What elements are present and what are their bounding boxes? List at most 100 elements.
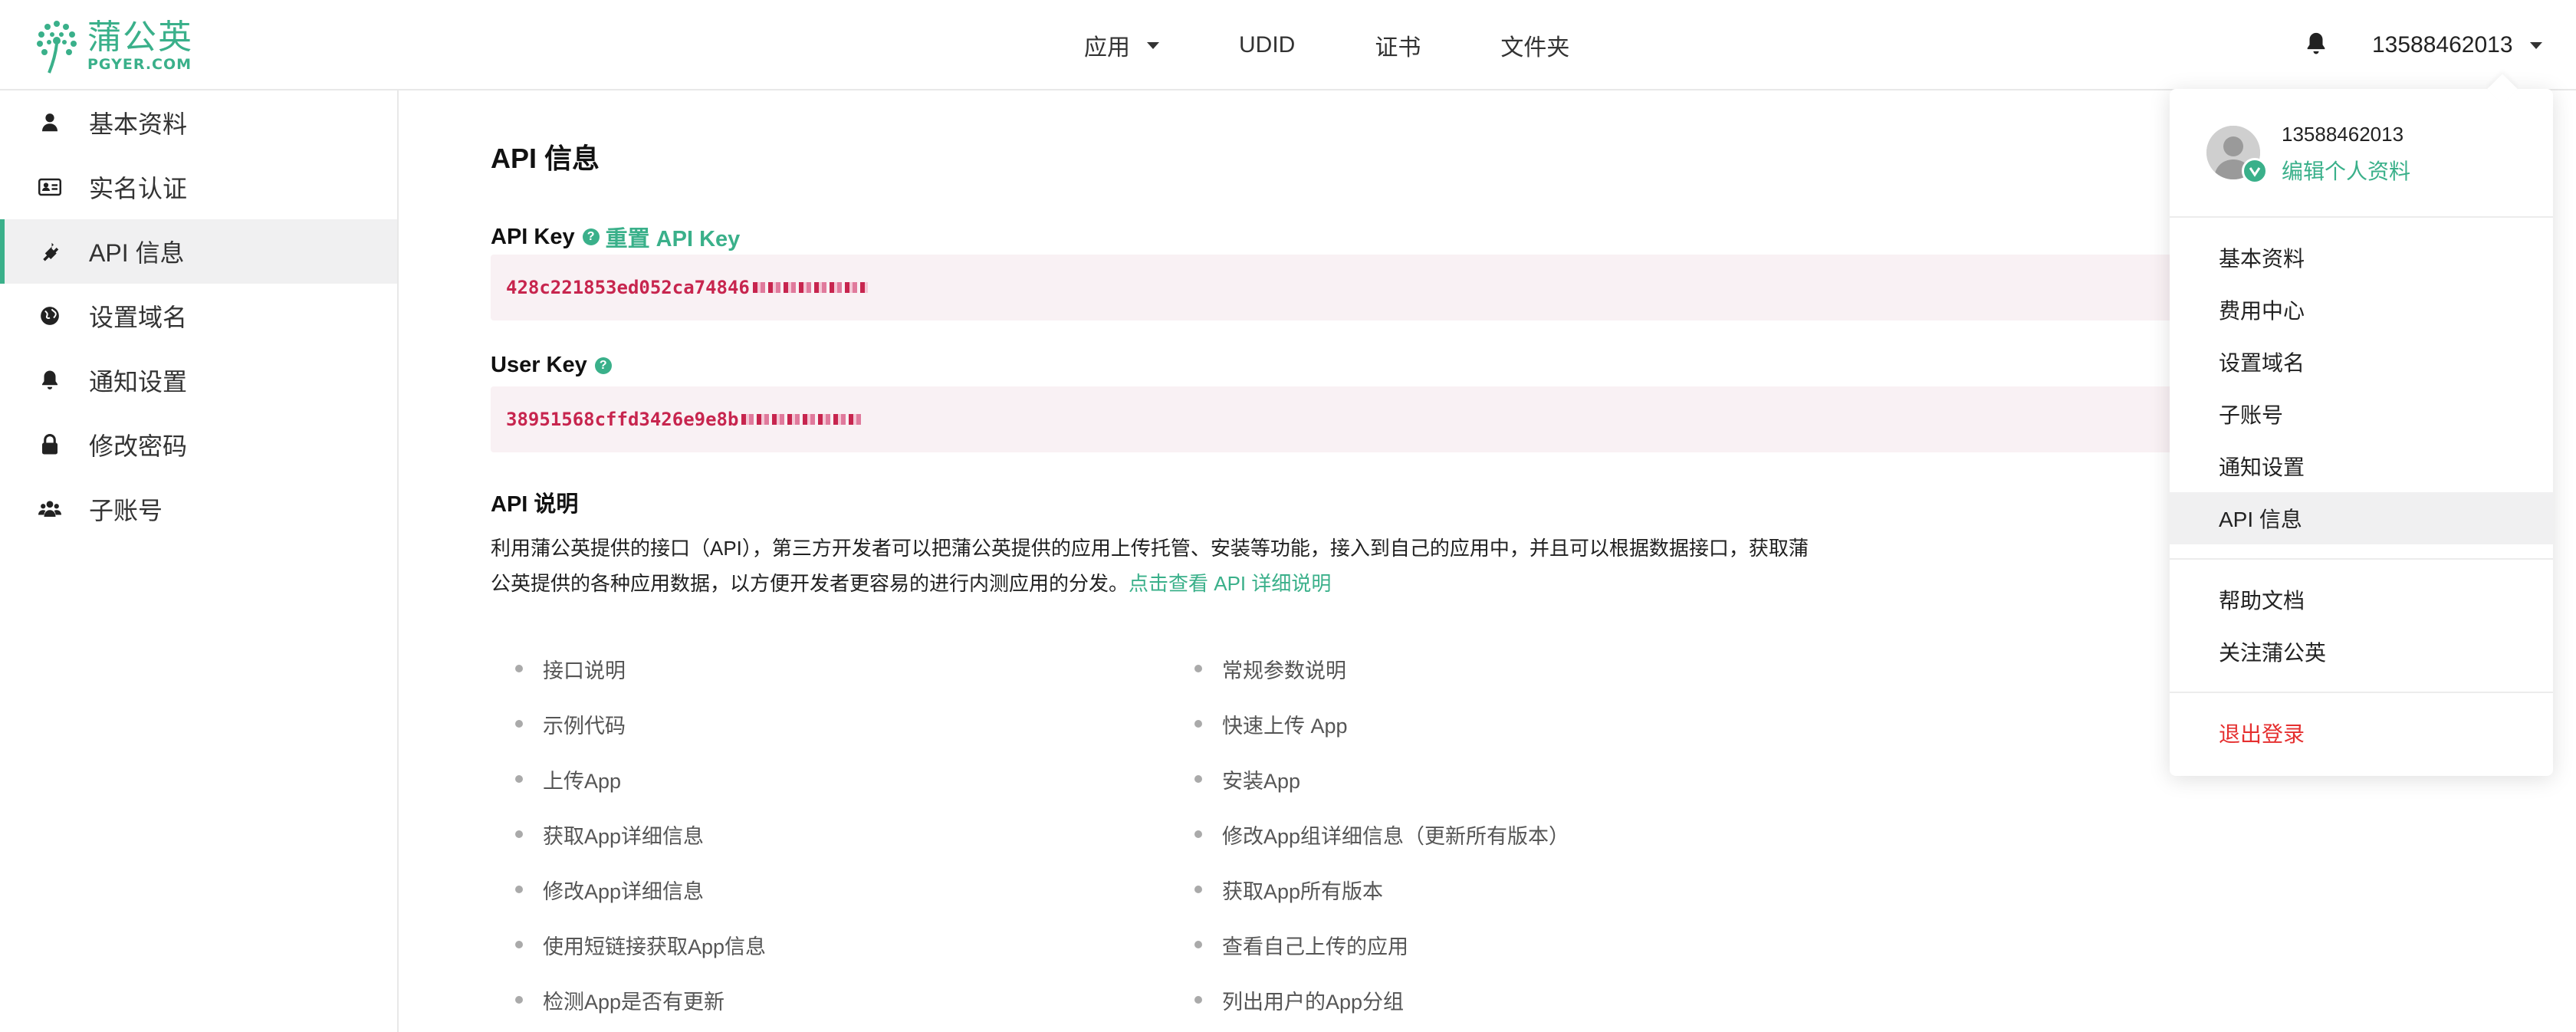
- api-docs-link[interactable]: 点击查看 API 详细说明: [1129, 572, 1331, 595]
- doc-link-label: 检测App是否有更新: [543, 990, 725, 1014]
- edit-profile-link[interactable]: 编辑个人资料: [2282, 155, 2410, 186]
- help-icon[interactable]: ?: [582, 228, 600, 245]
- doc-link-label: 修改App组详细信息（更新所有版本）: [1222, 824, 1570, 848]
- dropdown-help-group: 帮助文档 关注蒲公英: [2170, 560, 2553, 693]
- api-description-title: API 说明: [491, 492, 579, 517]
- list-item[interactable]: 修改App详细信息: [515, 862, 766, 917]
- sidebar-item-real-name[interactable]: 实名认证: [0, 155, 397, 219]
- list-item[interactable]: 列出用户的App分组: [1194, 972, 1569, 1027]
- list-item[interactable]: 查看自己上传的应用: [1194, 917, 1569, 972]
- user-menu-toggle[interactable]: 13588462013: [2372, 23, 2542, 67]
- sidebar-item-basic-info[interactable]: 基本资料: [0, 90, 397, 155]
- user-key-label: User Key: [491, 353, 587, 377]
- user-key-box[interactable]: 38951568cffd3426e9e8b: [491, 386, 2239, 452]
- api-key-label: API Key: [491, 224, 575, 249]
- list-item[interactable]: 安装App: [1194, 751, 1569, 807]
- list-item[interactable]: 检测App是否有更新: [515, 972, 766, 1027]
- api-key-box[interactable]: 428c221853ed052ca74846: [491, 255, 2239, 320]
- nav-apps-label: 应用: [1084, 35, 1130, 61]
- list-item[interactable]: 上传App: [515, 751, 766, 807]
- api-key-label-row: API Key ? 重置 API Key: [491, 221, 740, 253]
- dropdown-item-basic-info[interactable]: 基本资料: [2170, 232, 2553, 284]
- api-description: 利用蒲公英提供的接口（API），第三方开发者可以把蒲公英提供的应用上传托管、安装…: [491, 531, 1809, 601]
- doc-link-label: 上传App: [543, 769, 622, 793]
- bullet-icon: [1194, 775, 1202, 783]
- bullet-icon: [1194, 886, 1202, 893]
- bullet-icon: [1194, 830, 1202, 838]
- doc-link-label: 使用短链接获取App信息: [543, 935, 767, 958]
- sidebar-item-domain[interactable]: 设置域名: [0, 284, 397, 348]
- plug-icon: [38, 240, 61, 263]
- redacted-mask: [741, 414, 865, 425]
- bullet-icon: [515, 720, 523, 728]
- user-dropdown-menu: 13588462013 编辑个人资料 基本资料 费用中心 设置域名 子账号 通知…: [2170, 89, 2553, 776]
- doc-link-label: 查看自己上传的应用: [1222, 935, 1408, 958]
- nav-certificates[interactable]: 证书: [1375, 28, 1421, 62]
- dropdown-account-group: 基本资料 费用中心 设置域名 子账号 通知设置 API 信息: [2170, 218, 2553, 560]
- settings-sidebar: 基本资料 实名认证 API 信息 设置域名 通知设置 修改密码 子账号: [0, 90, 399, 1032]
- help-icon[interactable]: ?: [594, 357, 612, 374]
- sidebar-item-password[interactable]: 修改密码: [0, 412, 397, 477]
- list-item[interactable]: 获取App所有版本: [1194, 862, 1569, 917]
- dropdown-item-help-docs[interactable]: 帮助文档: [2170, 574, 2553, 626]
- nav-udid[interactable]: UDID: [1239, 32, 1295, 58]
- doc-link-label: 示例代码: [543, 714, 626, 738]
- bullet-icon: [515, 941, 523, 948]
- dropdown-item-follow[interactable]: 关注蒲公英: [2170, 626, 2553, 678]
- list-item[interactable]: 使用短链接获取App信息: [515, 917, 766, 972]
- api-docs-list-left: 接口说明 示例代码 上传App 获取App详细信息 修改App详细信息 使用短链…: [515, 641, 766, 1027]
- page-title: API 信息: [491, 143, 600, 174]
- nav-certificates-label: 证书: [1375, 35, 1421, 61]
- api-docs-list-right: 常规参数说明 快速上传 App 安装App 修改App组详细信息（更新所有版本）…: [1194, 641, 1569, 1027]
- bullet-icon: [1194, 941, 1202, 948]
- brand-logo[interactable]: 蒲公英 PGYER.COM: [34, 15, 193, 77]
- bell-icon[interactable]: [2303, 31, 2329, 57]
- top-navbar: 蒲公英 PGYER.COM 应用 UDID 证书 文件夹 13588462013: [0, 0, 2576, 90]
- user-key-label-row: User Key ?: [491, 353, 612, 378]
- nav-udid-label: UDID: [1239, 32, 1296, 58]
- nav-folders[interactable]: 文件夹: [1500, 28, 1569, 62]
- sidebar-item-notifications[interactable]: 通知设置: [0, 348, 397, 412]
- bullet-icon: [515, 665, 523, 672]
- dropdown-item-billing[interactable]: 费用中心: [2170, 284, 2553, 336]
- verified-badge-icon: [2242, 158, 2268, 184]
- user-key-value: 38951568cffd3426e9e8b: [506, 409, 739, 430]
- list-item[interactable]: 示例代码: [515, 696, 766, 751]
- bullet-icon: [1194, 720, 1202, 728]
- dropdown-item-api-info[interactable]: API 信息: [2170, 492, 2553, 544]
- dropdown-item-sub-accounts[interactable]: 子账号: [2170, 388, 2553, 440]
- dropdown-item-notifications[interactable]: 通知设置: [2170, 440, 2553, 492]
- sidebar-item-label: API 信息: [89, 239, 185, 267]
- doc-link-label: 获取App所有版本: [1222, 879, 1384, 903]
- users-icon: [38, 498, 61, 521]
- bullet-icon: [515, 886, 523, 893]
- redacted-mask: [752, 282, 868, 293]
- doc-link-label: 安装App: [1222, 769, 1301, 793]
- list-item[interactable]: 快速上传 App: [1194, 696, 1569, 751]
- logout-button[interactable]: 退出登录: [2170, 707, 2553, 759]
- nav-apps[interactable]: 应用: [1084, 28, 1159, 62]
- list-item[interactable]: 修改App组详细信息（更新所有版本）: [1194, 807, 1569, 862]
- reset-api-key-link[interactable]: 重置 API Key: [606, 221, 741, 253]
- list-item[interactable]: 获取App详细信息: [515, 807, 766, 862]
- bullet-icon: [1194, 665, 1202, 672]
- main-nav: 应用 UDID 证书 文件夹: [1084, 23, 1649, 67]
- bullet-icon: [515, 775, 523, 783]
- doc-link-label: 获取App详细信息: [543, 824, 705, 848]
- sidebar-item-label: 实名认证: [89, 175, 188, 202]
- lock-icon: [38, 433, 61, 456]
- brand-name-cn: 蒲公英: [87, 18, 193, 57]
- brand-name-en: PGYER.COM: [87, 56, 192, 73]
- nav-folders-label: 文件夹: [1500, 35, 1570, 61]
- sidebar-item-label: 通知设置: [89, 368, 188, 396]
- list-item[interactable]: 常规参数说明: [1194, 641, 1569, 696]
- sidebar-item-api-info[interactable]: API 信息: [0, 219, 397, 284]
- dropdown-item-domain[interactable]: 设置域名: [2170, 336, 2553, 388]
- bullet-icon: [1194, 996, 1202, 1004]
- sidebar-item-label: 子账号: [89, 497, 163, 524]
- api-key-value: 428c221853ed052ca74846: [506, 277, 750, 298]
- dropdown-logout-group: 退出登录: [2170, 693, 2553, 773]
- list-item[interactable]: 接口说明: [515, 641, 766, 696]
- sidebar-item-sub-accounts[interactable]: 子账号: [0, 477, 397, 541]
- dropdown-phone: 13588462013: [2282, 123, 2404, 146]
